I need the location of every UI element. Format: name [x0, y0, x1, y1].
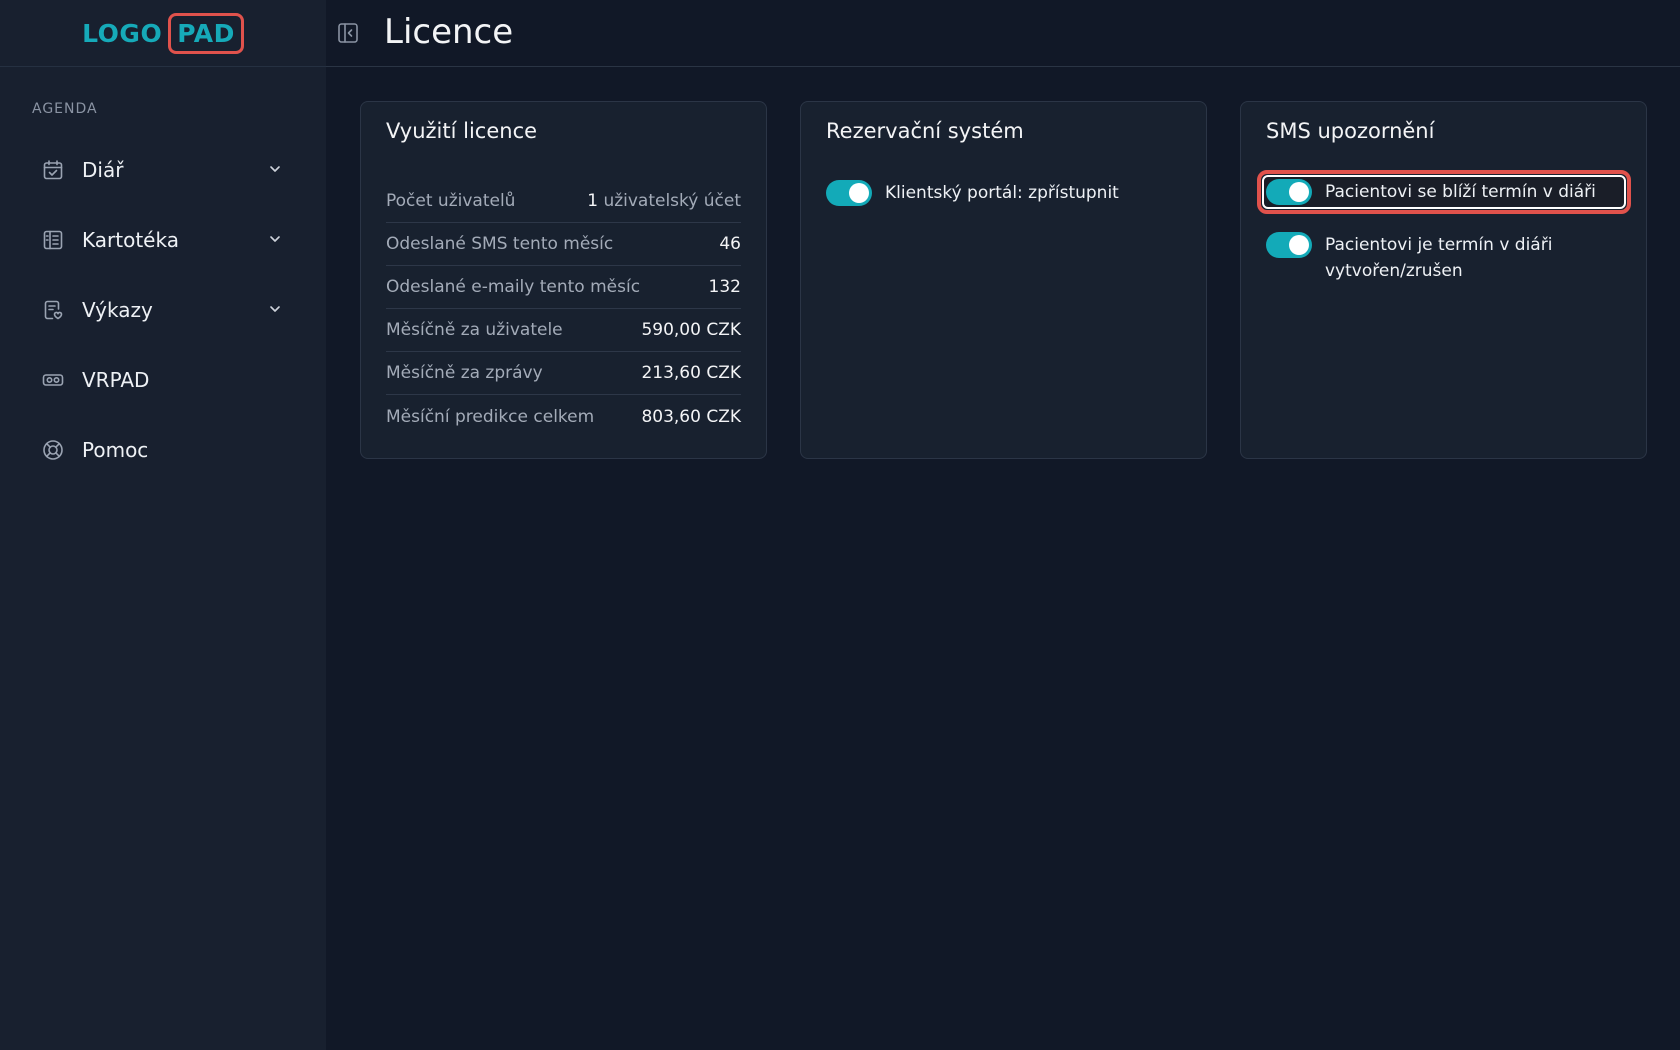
logo-text-right: PAD	[168, 12, 244, 54]
row-value: 590,00 CZK	[641, 320, 741, 340]
card-title: Rezervační systém	[826, 119, 1024, 143]
sidebar-item-label: Pomoc	[82, 438, 149, 462]
user-count-unit: uživatelský účet	[603, 191, 741, 211]
licence-table: Počet uživatelů 1 uživatelský účet Odesl…	[386, 180, 741, 438]
calendar-check-icon	[41, 158, 65, 182]
client-portal-toggle[interactable]	[826, 180, 872, 206]
row-value: 213,60 CZK	[641, 363, 741, 383]
client-portal-toggle-row[interactable]: Klientský portál: zpřístupnit	[826, 180, 1119, 206]
table-row: Měsíční predikce celkem 803,60 CZK	[386, 395, 741, 438]
card-title: Využití licence	[386, 119, 538, 143]
sidebar-item-vykazy[interactable]: Výkazy	[0, 275, 326, 345]
row-value: 132	[708, 277, 741, 297]
sidebar-item-label: Výkazy	[82, 298, 153, 322]
sms-created-cancelled-toggle[interactable]	[1266, 232, 1312, 258]
sms-notifications-card: SMS upozornění Pacientovi je termín v di…	[1240, 101, 1647, 459]
table-row: Měsíčně za zprávy 213,60 CZK	[386, 352, 741, 395]
toggle-label: Klientský portál: zpřístupnit	[885, 183, 1119, 203]
table-row: Odeslané SMS tento měsíc 46	[386, 223, 741, 266]
sidebar: LOGO PAD AGENDA Diář Kartotéka Výkazy VR…	[0, 0, 326, 1050]
card-index-icon	[41, 228, 65, 252]
row-value: 803,60 CZK	[641, 406, 741, 427]
toggle-label: Pacientovi je termín v diáři vytvořen/zr…	[1325, 232, 1552, 284]
sidebar-section-label: AGENDA	[32, 101, 98, 117]
row-value: 46	[719, 234, 741, 254]
sidebar-item-pomoc[interactable]: Pomoc	[0, 415, 326, 485]
chevron-down-icon	[266, 230, 284, 248]
chevron-down-icon	[266, 160, 284, 178]
row-key: Měsíčně za zprávy	[386, 363, 543, 383]
table-row: Počet uživatelů 1 uživatelský účet	[386, 180, 741, 223]
sidebar-item-diar[interactable]: Diář	[0, 135, 326, 205]
row-key: Počet uživatelů	[386, 191, 516, 211]
page-header: Licence	[326, 0, 1680, 67]
toggle-label-line2: vytvořen/zrušen	[1325, 261, 1463, 281]
vr-headset-icon	[41, 368, 65, 392]
row-key: Měsíčně za uživatele	[386, 320, 563, 340]
sidebar-item-vrpad[interactable]: VRPAD	[0, 345, 326, 415]
toggle-label: Pacientovi se blíží termín v diáři	[1325, 182, 1596, 202]
report-icon	[41, 298, 65, 322]
row-key: Odeslané e-maily tento měsíc	[386, 277, 641, 297]
table-row: Měsíčně za uživatele 590,00 CZK	[386, 309, 741, 352]
reservation-system-card: Rezervační systém Klientský portál: zpří…	[800, 101, 1207, 459]
card-title: SMS upozornění	[1266, 119, 1435, 143]
sidebar-item-label: Kartotéka	[82, 228, 179, 252]
toggle-label-line1: Pacientovi je termín v diáři	[1325, 235, 1553, 255]
licence-usage-card: Využití licence Počet uživatelů 1 uživat…	[360, 101, 767, 459]
logo[interactable]: LOGO PAD	[82, 12, 244, 54]
chevron-down-icon	[266, 300, 284, 318]
page-title: Licence	[384, 12, 514, 52]
sms-upcoming-toggle[interactable]	[1266, 179, 1312, 205]
row-value: 1 uživatelský účet	[587, 191, 741, 211]
sidebar-collapse-icon[interactable]	[336, 21, 360, 45]
row-key: Odeslané SMS tento měsíc	[386, 234, 614, 254]
logo-row: LOGO PAD	[0, 0, 326, 67]
user-count: 1	[587, 191, 599, 211]
lifebuoy-icon	[41, 438, 65, 462]
table-row: Odeslané e-maily tento měsíc 132	[386, 266, 741, 309]
sidebar-item-label: VRPAD	[82, 368, 150, 392]
sidebar-item-kartoteka[interactable]: Kartotéka	[0, 205, 326, 275]
sms-created-cancelled-toggle-row[interactable]: Pacientovi je termín v diáři vytvořen/zr…	[1266, 232, 1552, 284]
sidebar-nav: Diář Kartotéka Výkazy VRPAD Pomoc	[0, 135, 326, 485]
logo-text-left: LOGO	[82, 18, 163, 48]
row-key: Měsíční predikce celkem	[386, 406, 595, 427]
sms-upcoming-toggle-row[interactable]: Pacientovi se blíží termín v diáři	[1266, 179, 1596, 205]
sidebar-item-label: Diář	[82, 158, 124, 182]
app-root: LOGO PAD AGENDA Diář Kartotéka Výkazy VR…	[0, 0, 1680, 1050]
